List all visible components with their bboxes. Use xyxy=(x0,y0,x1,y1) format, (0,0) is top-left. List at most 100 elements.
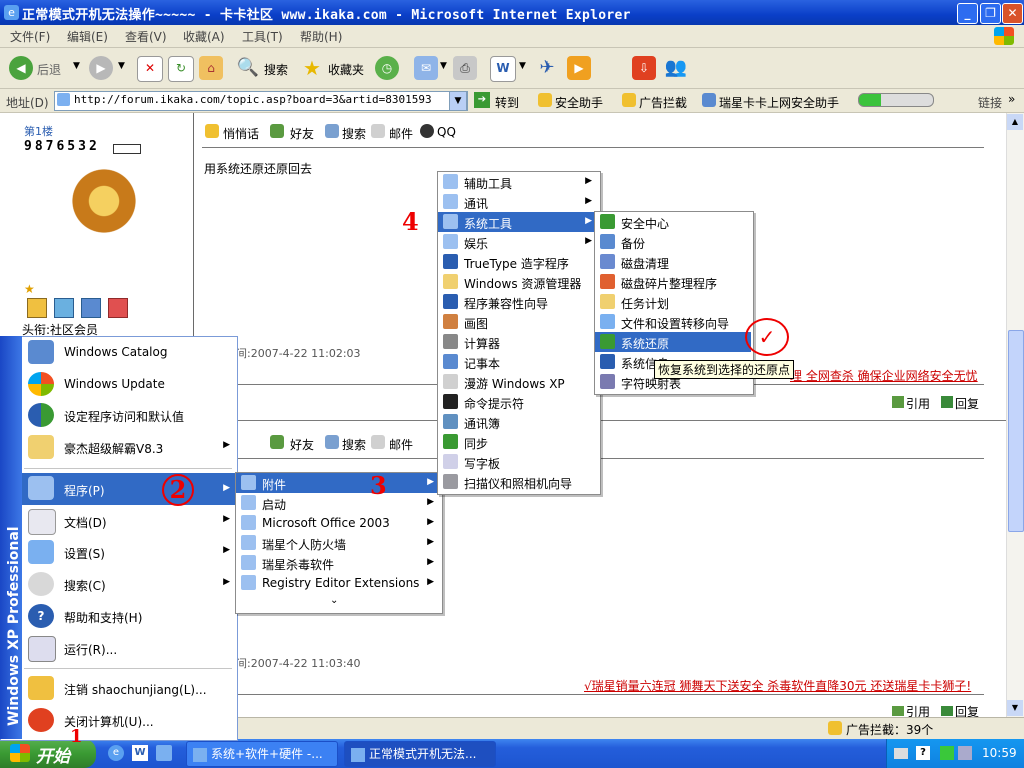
programs-menu-item[interactable]: 程序(P) ▶ xyxy=(22,473,236,505)
accessories-item-compat-wizard[interactable]: 程序兼容性向导 xyxy=(438,292,598,312)
accessories-item-accessibility[interactable]: 辅助工具 ▶ xyxy=(438,172,598,192)
history-icon[interactable]: ◷ xyxy=(375,56,399,80)
username[interactable]: 9876532 xyxy=(24,139,100,154)
mail-icon[interactable]: ✉ xyxy=(414,56,438,80)
system-tools-item-defrag[interactable]: 磁盘碎片整理程序 xyxy=(595,272,751,292)
ie-icon[interactable]: e xyxy=(4,5,19,20)
accessories-item-communications[interactable]: 通讯 ▶ xyxy=(438,192,598,212)
dropdown-arrow-icon[interactable]: ▼ xyxy=(118,61,125,71)
users-icon[interactable]: 👥 xyxy=(664,56,688,80)
accessories-item-command-prompt[interactable]: 命令提示符 xyxy=(438,392,598,412)
hero-player-item[interactable]: 豪杰超级解霸V8.3 ▶ xyxy=(22,432,236,462)
quote-button[interactable]: 引用 xyxy=(906,395,930,412)
windows-update-item[interactable]: Windows Update xyxy=(22,369,236,399)
system-tools-item-disk-cleanup[interactable]: 磁盘清理 xyxy=(595,252,751,272)
antivirus-item[interactable]: 瑞星杀毒软件 ▶ xyxy=(236,553,440,573)
task-button[interactable]: 系统+软件+硬件 -... xyxy=(186,741,338,767)
accessories-item-calculator[interactable]: 计算器 xyxy=(438,332,598,352)
startup-item[interactable]: 启动 ▶ xyxy=(236,493,440,513)
keyboard-icon[interactable] xyxy=(894,748,908,759)
qq-button[interactable]: QQ xyxy=(437,125,456,139)
shutdown-item[interactable]: 关闭计算机(U)... xyxy=(22,705,236,735)
reply-button[interactable]: 回复 xyxy=(955,703,979,717)
scroll-up-icon[interactable]: ▲ xyxy=(1007,114,1023,130)
help-icon[interactable]: ? xyxy=(916,746,930,760)
quote-icon[interactable] xyxy=(892,706,904,716)
adblock-link[interactable]: 广告拦截 xyxy=(639,94,687,111)
accessories-item-system-tools[interactable]: 系统工具 ▶ xyxy=(438,212,598,232)
qq-icon[interactable] xyxy=(420,124,434,138)
menu-file[interactable]: 文件(F) xyxy=(10,28,50,45)
search-icon[interactable]: 🔍 xyxy=(236,56,260,80)
accessories-item-wordpad[interactable]: 写字板 xyxy=(438,452,598,472)
reply-button[interactable]: 回复 xyxy=(955,395,979,412)
accessories-item-sync[interactable]: 同步 xyxy=(438,432,598,452)
reply-icon[interactable] xyxy=(941,706,953,716)
clock[interactable]: 10:59 xyxy=(982,746,1017,760)
media-icon[interactable]: ▶ xyxy=(567,56,591,80)
address-dropdown-icon[interactable]: ▼ xyxy=(449,91,467,111)
menu-view[interactable]: 查看(V) xyxy=(125,28,167,45)
back-icon[interactable]: ◀ xyxy=(9,56,33,80)
back-button[interactable]: 后退 xyxy=(37,61,61,78)
program-access-item[interactable]: 设定程序访问和默认值 xyxy=(22,400,236,430)
menu-tools[interactable]: 工具(T) xyxy=(242,28,283,45)
links-label[interactable]: 链接 xyxy=(978,94,1002,111)
logoff-item[interactable]: 注销 shaochunjiang(L)... xyxy=(22,673,236,703)
system-tools-item-security-center[interactable]: 安全中心 xyxy=(595,212,751,232)
edit-word-icon[interactable]: W xyxy=(490,56,516,82)
settings-menu-item[interactable]: 设置(S) ▶ xyxy=(22,537,236,567)
friend-icon[interactable] xyxy=(270,435,284,449)
maximize-icon[interactable]: ❐ xyxy=(980,3,1001,24)
search-post-button-2[interactable]: 搜索 xyxy=(342,436,366,453)
accessories-item-entertainment[interactable]: 娱乐 ▶ xyxy=(438,232,598,252)
volume-icon[interactable] xyxy=(958,746,972,760)
system-tools-item-backup[interactable]: 备份 xyxy=(595,232,751,252)
accessories-item-notepad[interactable]: 记事本 xyxy=(438,352,598,372)
firewall-item[interactable]: 瑞星个人防火墙 ▶ xyxy=(236,533,440,553)
friend-icon[interactable] xyxy=(270,124,284,138)
dropdown-arrow-icon[interactable]: ▼ xyxy=(440,61,447,71)
menu-edit[interactable]: 编辑(E) xyxy=(67,28,108,45)
kaka-helper-link[interactable]: 瑞星卡卡上网安全助手 xyxy=(719,94,839,111)
menu-favorites[interactable]: 收藏(A) xyxy=(183,28,225,45)
accessories-item-truetype-editor[interactable]: TrueType 造字程序 xyxy=(438,252,598,272)
system-tools-item-transfer-wizard[interactable]: 文件和设置转移向导 xyxy=(595,312,751,332)
forward-icon[interactable]: ▶ xyxy=(89,56,113,80)
documents-menu-item[interactable]: 文档(D) ▶ xyxy=(22,506,236,536)
mail-icon[interactable] xyxy=(371,124,385,138)
dropdown-arrow-icon[interactable]: ▼ xyxy=(73,61,80,71)
print-icon[interactable]: ⎙ xyxy=(453,56,477,80)
network-icon[interactable] xyxy=(940,746,954,760)
accessories-item-tour[interactable]: 漫游 Windows XP xyxy=(438,372,598,392)
windows-catalog-item[interactable]: Windows Catalog xyxy=(22,337,236,367)
scroll-thumb[interactable] xyxy=(1008,330,1024,532)
ad-link[interactable]: √瑞星销量六连冠 狮舞天下送安全 杀毒软件直降30元 还送瑞星卡卡狮子! xyxy=(584,677,971,694)
accessories-item[interactable]: 附件 ▶ xyxy=(236,473,440,493)
stop-icon[interactable]: ✕ xyxy=(137,56,163,82)
mail-button-2[interactable]: 邮件 xyxy=(389,436,413,453)
home-icon[interactable]: ⌂ xyxy=(199,56,223,80)
chevron-right-icon[interactable]: » xyxy=(1008,92,1015,106)
go-icon[interactable]: ➔ xyxy=(474,92,490,108)
go-button[interactable]: 转到 xyxy=(495,94,519,111)
system-tools-item-scheduled-tasks[interactable]: 任务计划 xyxy=(595,292,751,312)
scroll-down-icon[interactable]: ▼ xyxy=(1007,700,1023,716)
desktop-quicklaunch-icon[interactable] xyxy=(156,745,172,761)
whisper-icon[interactable] xyxy=(205,124,219,138)
reply-icon[interactable] xyxy=(941,396,953,408)
refresh-icon[interactable]: ↻ xyxy=(168,56,194,82)
quote-button[interactable]: 引用 xyxy=(906,703,930,717)
messenger-icon[interactable]: ✈ xyxy=(535,56,559,80)
expand-menu-icon[interactable]: ⌄ xyxy=(330,595,338,606)
whisper-button[interactable]: 悄悄话 xyxy=(223,125,259,142)
search-post-button[interactable]: 搜索 xyxy=(342,125,366,142)
run-item[interactable]: 运行(R)... xyxy=(22,633,236,663)
word-quicklaunch-icon[interactable]: W xyxy=(132,745,148,761)
close-icon[interactable]: ✕ xyxy=(1002,3,1023,24)
accessories-item-address-book[interactable]: 通讯簿 xyxy=(438,412,598,432)
accessories-item-paint[interactable]: 画图 xyxy=(438,312,598,332)
search-icon[interactable] xyxy=(325,435,339,449)
menu-help[interactable]: 帮助(H) xyxy=(300,28,342,45)
dropdown-arrow-icon[interactable]: ▼ xyxy=(519,61,526,71)
